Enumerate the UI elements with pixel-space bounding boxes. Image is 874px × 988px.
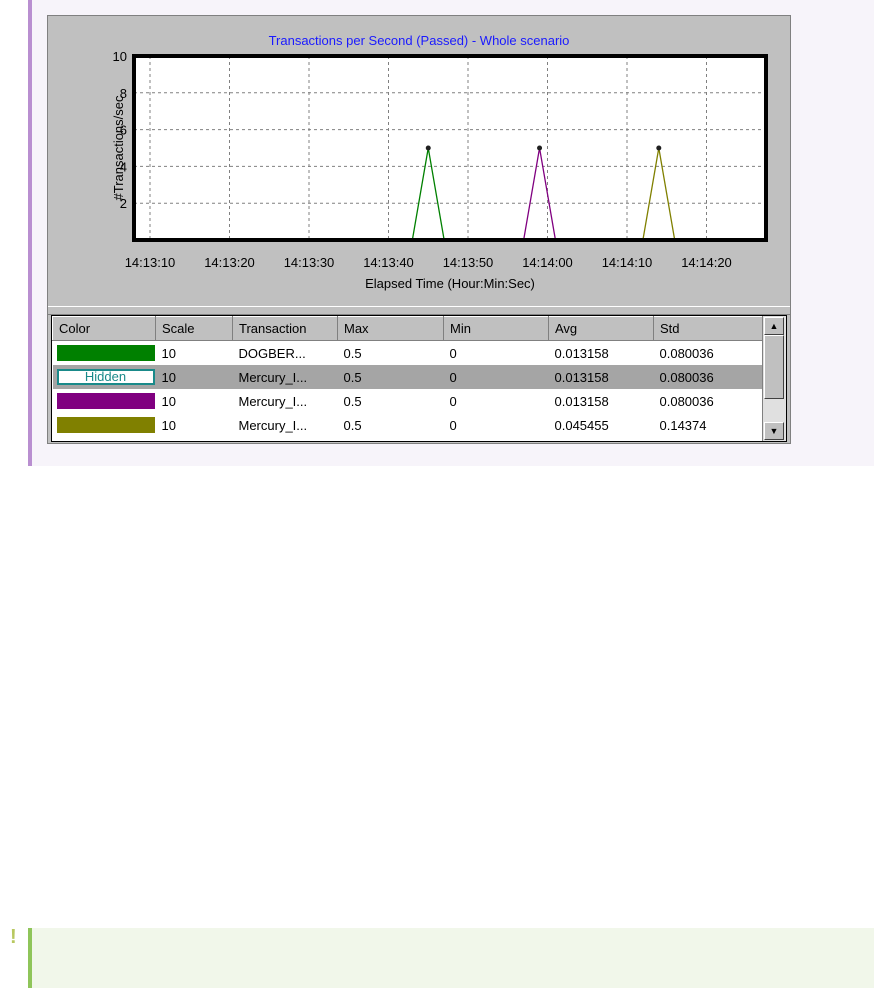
vertical-scrollbar[interactable]: ▲ ▼ <box>762 316 786 441</box>
color-cell[interactable] <box>53 389 156 413</box>
arrow-up-icon[interactable]: ▲ <box>764 317 784 335</box>
x-tick-label: 14:14:20 <box>681 255 732 270</box>
cell-std: 0.14374 <box>659 417 707 433</box>
legend-row[interactable]: 10 Mercury_I... 0.5 0 0.013158 0.080036 <box>53 389 763 413</box>
cell-std: 0.080036 <box>653 365 763 389</box>
color-swatch[interactable] <box>56 345 155 361</box>
pane-splitter[interactable] <box>48 306 790 315</box>
color-swatch[interactable]: Hidden <box>56 369 155 385</box>
column-header-transaction[interactable]: Transaction <box>232 316 338 341</box>
series-peak-point <box>656 145 662 151</box>
cell-max: 0.5 <box>337 365 444 389</box>
cell-scale: 10 <box>155 365 233 389</box>
color-cell[interactable] <box>53 413 156 437</box>
cell-transaction: Mercury_I... <box>238 417 308 433</box>
cell-min: 0 <box>449 417 457 433</box>
cell-max: 0.5 <box>343 345 362 361</box>
x-tick-label: 14:13:10 <box>125 255 176 270</box>
plot-area <box>134 56 766 240</box>
cell-scale: 10 <box>161 417 176 433</box>
cell-max: 0.5 <box>343 417 362 433</box>
x-tick-label: 14:13:20 <box>204 255 255 270</box>
color-swatch[interactable] <box>56 417 155 433</box>
legend-row[interactable]: 10 DOGBER... 0.5 0 0.013158 0.080036 <box>53 341 763 366</box>
cell-std: 0.080036 <box>659 393 714 409</box>
note-callout <box>28 928 874 988</box>
series-peak-point <box>537 145 543 151</box>
legend-table: Color Scale Transaction Max Min Avg Std … <box>52 316 763 437</box>
cell-avg: 0.013158 <box>548 365 654 389</box>
cell-avg: 0.013158 <box>554 345 609 361</box>
transactions-chart: Transactions per Second (Passed) - Whole… <box>111 33 768 291</box>
column-header-min[interactable]: Min <box>443 316 549 341</box>
legend-grid: Color Scale Transaction Max Min Avg Std … <box>51 315 787 442</box>
column-header-color[interactable]: Color <box>52 316 156 341</box>
cell-min: 0 <box>443 365 549 389</box>
cell-transaction: DOGBER... <box>238 345 306 361</box>
x-tick-label: 14:14:10 <box>602 255 653 270</box>
arrow-down-icon[interactable]: ▼ <box>764 422 784 440</box>
column-header-scale[interactable]: Scale <box>155 316 233 341</box>
cell-min: 0 <box>449 393 457 409</box>
cell-scale: 10 <box>161 393 176 409</box>
cell-max: 0.5 <box>343 393 362 409</box>
scrollbar-thumb[interactable] <box>764 335 784 399</box>
cell-transaction: Mercury_I... <box>232 365 338 389</box>
cell-min: 0 <box>449 345 457 361</box>
chart-title: Transactions per Second (Passed) - Whole… <box>269 33 570 48</box>
cell-avg: 0.013158 <box>554 393 609 409</box>
column-header-avg[interactable]: Avg <box>548 316 654 341</box>
series-peak-point <box>425 145 431 151</box>
cell-transaction: Mercury_I... <box>238 393 308 409</box>
color-cell[interactable]: Hidden <box>52 365 156 389</box>
color-swatch[interactable] <box>56 393 155 409</box>
exclamation-icon: ! <box>10 926 17 948</box>
x-tick-label: 14:14:00 <box>522 255 573 270</box>
x-axis-label: Elapsed Time (Hour:Min:Sec) <box>365 276 535 291</box>
x-tick-label: 14:13:40 <box>363 255 414 270</box>
cell-scale: 10 <box>161 345 176 361</box>
x-tick-label: 14:13:50 <box>443 255 494 270</box>
y-axis-label: #Transactions/sec <box>111 95 126 201</box>
x-tick-label: 14:13:30 <box>284 255 335 270</box>
legend-row[interactable]: Hidden 10 Mercury_I... 0.5 0 0.013158 0.080036 <box>52 365 763 389</box>
y-tick-label: 10 <box>113 49 127 64</box>
column-header-max[interactable]: Max <box>337 316 444 341</box>
column-header-std[interactable]: Std <box>653 316 763 341</box>
legend-row[interactable]: 10 Mercury_I... 0.5 0 0.045455 0.14374 <box>53 413 763 437</box>
color-cell[interactable] <box>53 341 156 366</box>
chart-panel: Transactions per Second (Passed) - Whole… <box>48 16 790 307</box>
analysis-graph-window: Transactions per Second (Passed) - Whole… <box>47 15 791 444</box>
cell-avg: 0.045455 <box>554 417 609 433</box>
legend-header-row: Color Scale Transaction Max Min Avg Std <box>52 316 763 341</box>
cell-std: 0.080036 <box>659 345 714 361</box>
